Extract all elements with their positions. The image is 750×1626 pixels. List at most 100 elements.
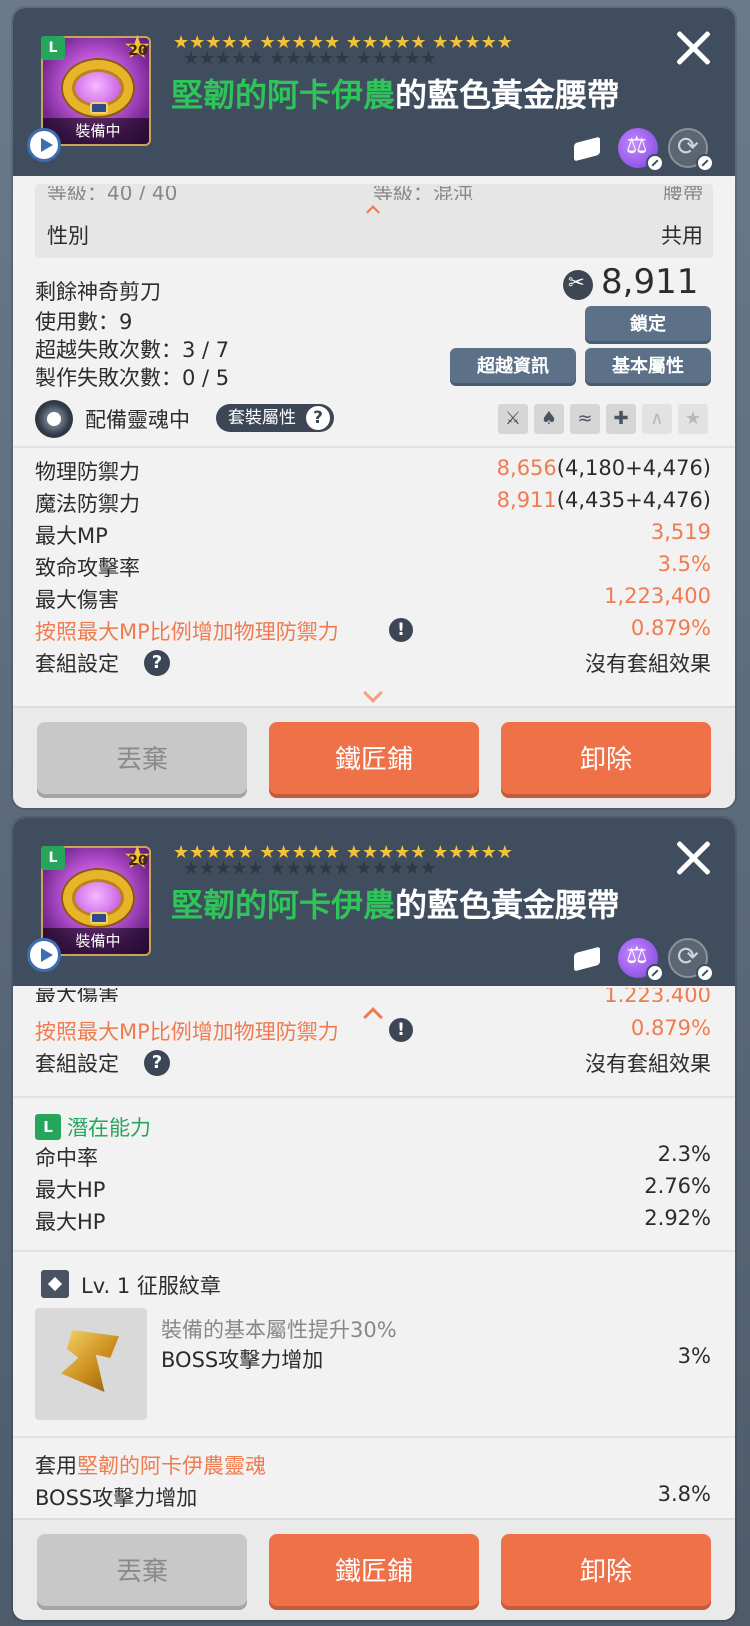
- special-stat-value: 0.879%: [630, 1016, 711, 1040]
- compare-disabled-icon: [646, 154, 664, 172]
- item-base-name: 的藍色黃金腰帶: [395, 77, 620, 113]
- item-header: 裝備中 L 20 ★★★★★ ★★★★★ ★★★★★ ★★★★★ ★★★★★ ★…: [13, 818, 735, 986]
- emblem-icon: [41, 1270, 69, 1298]
- item-detail-panel-scrolled: 裝備中 L 20 ★★★★★ ★★★★★ ★★★★★ ★★★★★ ★★★★★ ★…: [13, 818, 735, 1620]
- set-config-label: 套組設定: [35, 652, 119, 676]
- star-count-badge: 20: [123, 842, 153, 874]
- scroll-up-indicator: [366, 206, 380, 214]
- discard-button[interactable]: 丟棄: [37, 1534, 247, 1610]
- potential-value: 2.3%: [657, 1142, 711, 1166]
- star-force-row: ★★★★★ ★★★★★ ★★★★★ ★★★★★ ★★★★★ ★★★★★ ★★★★…: [173, 842, 573, 879]
- stat-label: 最大傷害: [35, 588, 119, 612]
- soul-stat-value: 3.8%: [657, 1482, 711, 1506]
- level-badge: L: [41, 36, 65, 60]
- play-button[interactable]: [27, 128, 61, 162]
- item-header: 裝備中 L 20 ★★★★★ ★★★★★ ★★★★★ ★★★★★ ★★★★★ ★…: [13, 8, 735, 176]
- stat-label: 最大MP: [35, 524, 108, 548]
- star-count-badge: 20: [123, 32, 153, 64]
- potential-label: 最大HP: [35, 1210, 106, 1234]
- stat-label: 魔法防禦力: [35, 492, 140, 516]
- empty-stars: ★★★★★ ★★★★★ ★★★★★: [183, 858, 437, 879]
- soul-apply-line: 套用堅韌的阿卡伊農靈魂: [35, 1454, 266, 1478]
- wing-icon: ≈: [570, 404, 600, 434]
- potential-grade-badge: L: [35, 1114, 61, 1140]
- potential-value: 2.76%: [644, 1174, 711, 1198]
- stat-label: 物理防禦力: [35, 460, 140, 484]
- item-base-name: 的藍色黃金腰帶: [395, 887, 620, 923]
- level-text: 等級：40 / 40: [47, 186, 178, 200]
- star-icon: ★: [678, 404, 708, 434]
- stat-value: 3.5%: [657, 552, 711, 576]
- potential-value: 2.92%: [644, 1206, 711, 1230]
- gender-value: 共用: [661, 224, 703, 248]
- level-badge: L: [41, 846, 65, 870]
- discard-button[interactable]: 丟棄: [37, 722, 247, 798]
- close-button[interactable]: [673, 28, 713, 68]
- close-button[interactable]: [673, 838, 713, 878]
- soul-stat-label: BOSS攻擊力增加: [35, 1486, 198, 1510]
- emblem-desc: 裝備的基本屬性提升30%: [161, 1318, 397, 1342]
- soul-prefix: 堅韌的阿卡伊農: [171, 77, 396, 113]
- star-force-row: ★★★★★ ★★★★★ ★★★★★ ★★★★★ ★★★★★ ★★★★★ ★★★★…: [173, 32, 573, 69]
- blacksmith-button[interactable]: 鐵匠鋪: [269, 722, 479, 798]
- armor-icon: ✚: [606, 404, 636, 434]
- info-icon[interactable]: !: [389, 618, 413, 642]
- unequip-button[interactable]: 卸除: [501, 722, 711, 798]
- reset-disabled-icon: [696, 154, 714, 172]
- sword-icon: ⚔: [498, 404, 528, 434]
- info-icon[interactable]: !: [389, 1018, 413, 1042]
- play-button[interactable]: [27, 938, 61, 972]
- special-stat-value: 0.879%: [630, 616, 711, 640]
- stat-value: 1,223,400: [604, 584, 711, 608]
- transcend-info-button[interactable]: 超越資訊: [450, 348, 576, 386]
- stat-label: 最大傷害: [35, 988, 119, 1002]
- help-icon: ?: [306, 406, 330, 430]
- help-icon[interactable]: ?: [144, 650, 170, 676]
- share-icon[interactable]: [568, 938, 608, 978]
- item-name: 堅韌的阿卡伊農的藍色黃金腰帶: [171, 70, 619, 116]
- emblem-stat-value: 3%: [677, 1344, 711, 1368]
- item-detail-panel: 裝備中 L 20 ★★★★★ ★★★★★ ★★★★★ ★★★★★ ★★★★★ ★…: [13, 8, 735, 808]
- emblem-title: Lv. 1 征服紋章: [81, 1274, 221, 1298]
- base-stat-button[interactable]: 基本屬性: [585, 348, 711, 386]
- stat-label: 致命攻擊率: [35, 556, 140, 580]
- scroll-down-indicator: [363, 692, 383, 702]
- share-icon[interactable]: [568, 128, 608, 168]
- set-config-label: 套組設定: [35, 1052, 119, 1076]
- potential-label: 命中率: [35, 1146, 98, 1170]
- stat-value: 8,911(4,435+4,476): [496, 488, 711, 512]
- helmet-icon: ♠: [534, 404, 564, 434]
- action-bar: 丟棄 鐵匠鋪 卸除: [13, 1518, 735, 1620]
- soul-icon: [35, 400, 73, 438]
- stat-value: 1,223,400: [604, 988, 711, 1002]
- set-stat-pill[interactable]: 套裝屬性 ?: [216, 404, 334, 432]
- emblem-image: [35, 1308, 147, 1420]
- lock-button[interactable]: 鎖定: [585, 306, 711, 344]
- slot-type-text: 腰帶: [663, 186, 703, 200]
- unequip-button[interactable]: 卸除: [501, 1534, 711, 1610]
- stat-value: 3,519: [650, 520, 711, 544]
- grade-text: 等級：混沌: [373, 186, 473, 200]
- scissors-label: 剩餘神奇剪刀: [35, 280, 161, 304]
- soul-prefix: 堅韌的阿卡伊農: [171, 887, 396, 923]
- set-config-value: 沒有套組效果: [585, 1052, 711, 1076]
- potential-label: 最大HP: [35, 1178, 106, 1202]
- blacksmith-button[interactable]: 鐵匠鋪: [269, 1534, 479, 1610]
- special-stat-label: 按照最大MP比例增加物理防禦力: [35, 620, 339, 644]
- use-count: 使用數：9: [35, 310, 133, 334]
- special-stat-label: 按照最大MP比例增加物理防禦力: [35, 1020, 339, 1044]
- scissors-icon: [563, 270, 593, 300]
- star-fail-count: 超越失敗次數：3 / 7: [35, 338, 230, 362]
- set-config-value: 沒有套組效果: [585, 652, 711, 676]
- compare-disabled-icon: [646, 964, 664, 982]
- action-bar: 丟棄 鐵匠鋪 卸除: [13, 706, 735, 808]
- craft-fail-count: 製作失敗次數：0 / 5: [35, 366, 230, 390]
- gender-label: 性別: [47, 224, 89, 248]
- help-icon[interactable]: ?: [144, 1050, 170, 1076]
- emblem-stat-label: BOSS攻擊力增加: [161, 1348, 324, 1372]
- reset-disabled-icon: [696, 964, 714, 982]
- gloves-icon: ∧: [642, 404, 672, 434]
- soul-equipped-label: 配備靈魂中: [85, 408, 190, 432]
- power-value: 8,911: [601, 262, 699, 302]
- item-name: 堅韌的阿卡伊農的藍色黃金腰帶: [171, 880, 619, 926]
